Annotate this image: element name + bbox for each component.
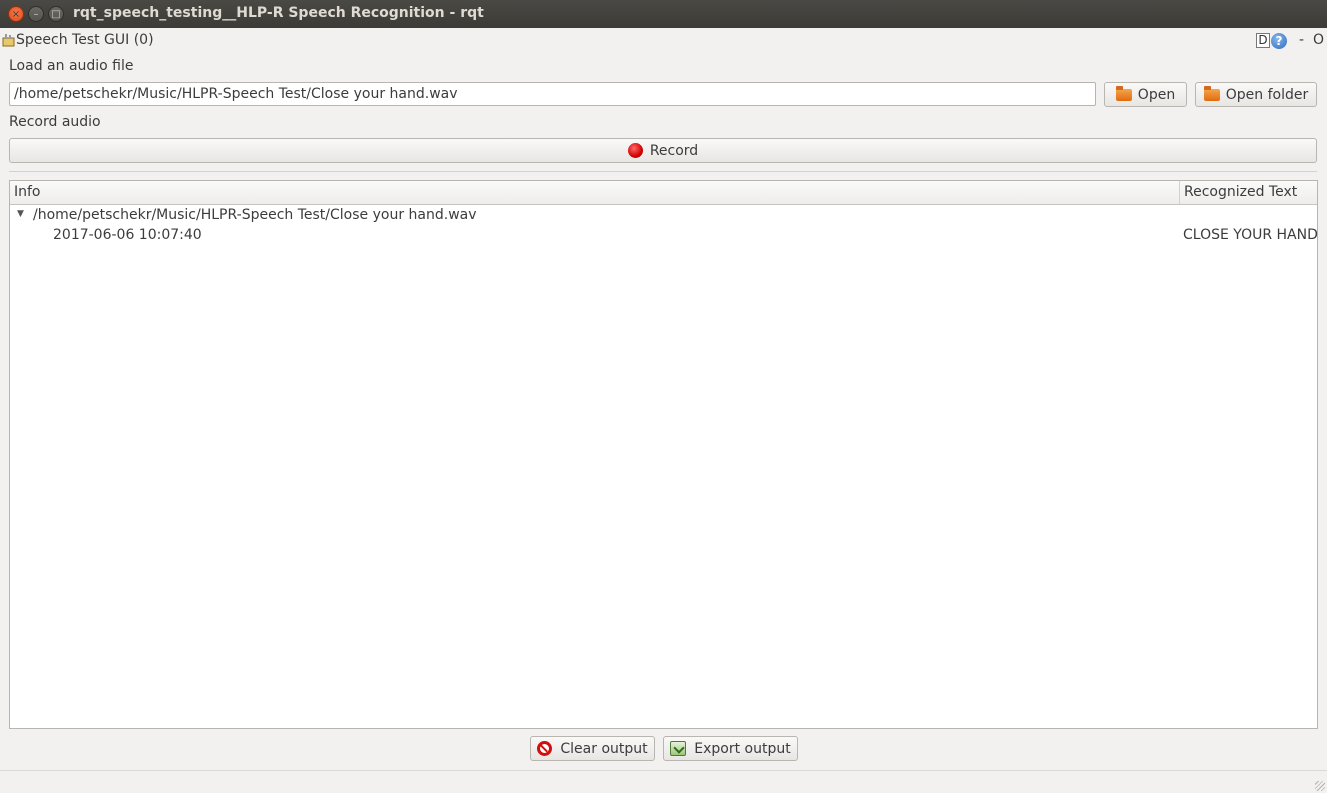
- record-audio-label: Record audio: [9, 114, 101, 130]
- dock-d-button[interactable]: D: [1256, 33, 1270, 48]
- export-icon: [670, 741, 687, 756]
- open-button-label: Open: [1137, 86, 1176, 103]
- tree-row[interactable]: ▼ /home/petschekr/Music/HLPR-Speech Test…: [10, 206, 1317, 226]
- tree-header: Info Recognized Text: [10, 181, 1317, 205]
- window-titlebar: × – □ rqt_speech_testing__HLP-R Speech R…: [0, 0, 1327, 28]
- folder-icon: [1115, 85, 1132, 101]
- tree-row-recognized-text: CLOSE YOUR HAND: [1183, 227, 1318, 243]
- record-button-label: Record: [649, 142, 699, 159]
- clear-icon: [537, 741, 553, 756]
- resize-grip-icon[interactable]: [1315, 781, 1325, 791]
- open-folder-button[interactable]: Open folder: [1195, 82, 1317, 107]
- plugin-icon: [2, 34, 15, 47]
- tree-row-info: 2017-06-06 10:07:40: [53, 227, 202, 243]
- load-audio-label: Load an audio file: [9, 58, 134, 74]
- window-close-icon[interactable]: ×: [8, 6, 24, 22]
- open-folder-button-label: Open folder: [1225, 86, 1309, 103]
- status-bar: [0, 770, 1327, 793]
- audio-path-input[interactable]: [9, 82, 1096, 106]
- help-icon[interactable]: ?: [1271, 33, 1287, 49]
- window-title: rqt_speech_testing__HLP-R Speech Recogni…: [73, 5, 484, 21]
- results-tree[interactable]: Info Recognized Text ▼ /home/petschekr/M…: [9, 180, 1318, 729]
- column-header-recognized-text[interactable]: Recognized Text: [1180, 181, 1317, 204]
- clear-output-button[interactable]: Clear output: [530, 736, 655, 761]
- plugin-title: Speech Test GUI (0): [16, 32, 154, 48]
- tree-row[interactable]: 2017-06-06 10:07:40 CLOSE YOUR HAND: [10, 226, 1318, 246]
- folder-icon: [1203, 85, 1220, 101]
- record-icon: [627, 143, 643, 158]
- column-header-info[interactable]: Info: [10, 181, 1180, 204]
- dock-minimize-button[interactable]: -: [1299, 32, 1304, 48]
- window-minimize-icon[interactable]: –: [28, 6, 44, 22]
- window-maximize-icon[interactable]: □: [48, 6, 64, 22]
- expand-arrow-icon[interactable]: ▼: [17, 209, 24, 219]
- record-button[interactable]: Record: [9, 138, 1317, 163]
- open-button[interactable]: Open: [1104, 82, 1187, 107]
- separator: [9, 171, 1317, 172]
- export-output-button[interactable]: Export output: [663, 736, 798, 761]
- export-output-label: Export output: [694, 740, 791, 757]
- dock-close-button[interactable]: O: [1313, 32, 1324, 48]
- plugin-dock-header: Speech Test GUI (0) D ? - O: [0, 31, 1327, 51]
- clear-output-label: Clear output: [560, 740, 648, 757]
- tree-row-info: /home/petschekr/Music/HLPR-Speech Test/C…: [33, 207, 477, 223]
